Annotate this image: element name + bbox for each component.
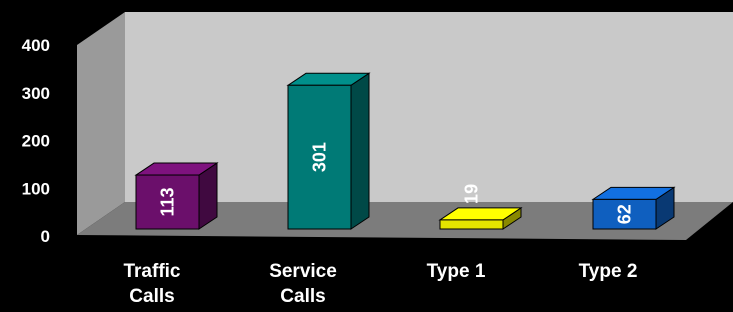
x-category-label: Traffic Calls bbox=[123, 261, 180, 307]
bar-chart: 0 100 200 300 400 113 301 19 62 Traffic Calls Ser… bbox=[22, 12, 733, 307]
y-tick-label: 200 bbox=[22, 132, 50, 151]
bar: 62 bbox=[591, 186, 676, 230]
x-category-label: Type 2 bbox=[579, 261, 638, 282]
bar-data-label: 301 bbox=[310, 142, 330, 172]
bar: 301 bbox=[286, 72, 371, 230]
chart-side-wall bbox=[77, 12, 125, 235]
bar-front-face bbox=[439, 219, 504, 230]
x-category-label: Type 1 bbox=[427, 261, 486, 282]
bar-data-label: 113 bbox=[158, 187, 178, 216]
y-tick-label: 400 bbox=[22, 36, 50, 55]
y-tick-label: 0 bbox=[41, 227, 50, 246]
y-tick-label: 300 bbox=[22, 84, 50, 103]
y-tick-label: 100 bbox=[22, 179, 50, 198]
bar: 113 bbox=[134, 162, 219, 230]
bar-data-label: 19 bbox=[462, 184, 482, 204]
x-axis-labels: Traffic Calls Service Calls Type 1 Type 2 bbox=[123, 261, 637, 307]
bar-side-face bbox=[350, 72, 370, 230]
bar-data-label: 62 bbox=[615, 204, 635, 224]
x-category-label: Service Calls bbox=[269, 261, 337, 307]
y-axis-ticks: 0 100 200 300 400 bbox=[22, 36, 50, 246]
